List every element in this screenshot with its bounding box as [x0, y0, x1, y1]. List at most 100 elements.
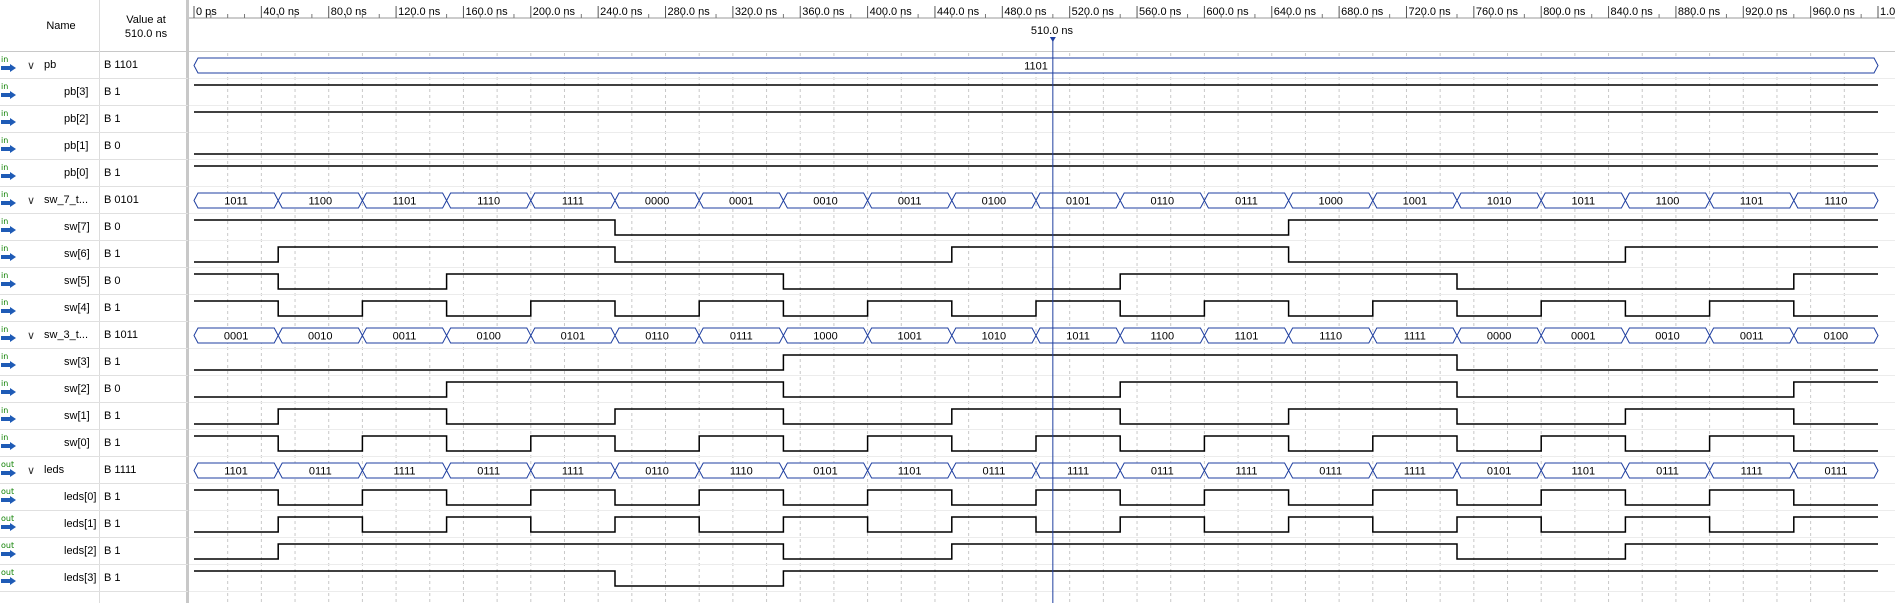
bus-value-label: 1001 [1403, 196, 1427, 208]
signal-name: sw[5] [64, 275, 90, 287]
chevron-down-icon[interactable]: ∨ [27, 464, 35, 477]
value-column-header[interactable]: Value at 510.0 ns [104, 13, 188, 41]
signal-row-sw4[interactable]: in sw[4] B 1 [0, 295, 188, 322]
bus-value-label: 0010 [813, 196, 837, 208]
waveform-panel[interactable]: 0 ps 40.0 ns 80.0 ns 120.0 ns 160.0 ns 200.0 … [189, 0, 1895, 603]
waveform-sw0 [194, 435, 1878, 452]
bus-value-label: 1001 [897, 331, 921, 343]
signal-row-pb3[interactable]: in pb[3] B 1 [0, 79, 188, 106]
bus-value-label: 1101 [898, 466, 922, 478]
pin-direction-label: in [1, 298, 9, 307]
bus-value-label: 1000 [813, 331, 837, 343]
signal-row-leds1[interactable]: out leds[1] B 1 [0, 511, 188, 538]
input-pin-icon: in [1, 406, 16, 425]
output-pin-icon: out [1, 487, 16, 506]
signal-row-sw1[interactable]: in sw[1] B 1 [0, 403, 188, 430]
signal-value: B 1 [104, 518, 121, 530]
pin-direction-label: in [1, 190, 9, 199]
input-pin-icon: in [1, 352, 16, 371]
bus-value-label: 0001 [729, 196, 753, 208]
ruler-tick-label: 440.0 ns [937, 6, 980, 18]
signal-row-sw5[interactable]: in sw[5] B 0 [0, 268, 188, 295]
value-column-header-time: 510.0 ns [124, 28, 168, 40]
bus-value-label: 0011 [1740, 331, 1764, 343]
bus-value-label: 0111 [1656, 466, 1679, 478]
signal-row-pb2[interactable]: in pb[2] B 1 [0, 106, 188, 133]
ruler-tick-label: 200.0 ns [533, 6, 576, 18]
bus-value-label: 1101 [1571, 466, 1595, 478]
name-column-header[interactable]: Name [38, 20, 84, 32]
signal-row-sw7[interactable]: in sw[7] B 0 [0, 214, 188, 241]
signal-row-sw6[interactable]: in sw[6] B 1 [0, 241, 188, 268]
pin-arrow-head [10, 118, 16, 126]
input-pin-icon: in [1, 55, 16, 74]
bus-value-label: 1110 [730, 466, 753, 478]
waveform-leds1 [194, 516, 1878, 533]
pin-arrow-shaft [1, 471, 10, 475]
bus-value-label: 0010 [1655, 331, 1679, 343]
waveform-sw4 [194, 300, 1878, 317]
signal-value: B 0 [104, 140, 121, 152]
pin-arrow-head [10, 199, 16, 207]
ruler-tick-label: 0 ps [196, 6, 217, 18]
signal-name: leds[3] [64, 572, 97, 584]
signal-row-pb0[interactable]: in pb[0] B 1 [0, 160, 188, 187]
pin-arrow-head [10, 361, 16, 369]
signal-row-sw3[interactable]: in sw[3] B 1 [0, 349, 188, 376]
signal-row-leds2[interactable]: out leds[2] B 1 [0, 538, 188, 565]
signal-row-pb1[interactable]: in pb[1] B 0 [0, 133, 188, 160]
signal-name: leds[0] [64, 491, 97, 503]
pin-arrow-shaft [1, 120, 10, 124]
pin-direction-label: in [1, 109, 9, 118]
signal-value: B 1 [104, 86, 121, 98]
ruler-tick-label: 120.0 ns [398, 6, 441, 18]
signal-row-sw2[interactable]: in sw[2] B 0 [0, 376, 188, 403]
bus-value-label: 0101 [561, 331, 585, 343]
output-pin-icon: out [1, 460, 16, 479]
signal-value: B 1 [104, 167, 121, 179]
signal-row-sw0[interactable]: in sw[0] B 1 [0, 430, 188, 457]
signal-row-leds0[interactable]: out leds[0] B 1 [0, 484, 188, 511]
signal-row-sw_3_t[interactable]: in ∨ sw_3_t... B 1011 [0, 322, 188, 349]
bus-value-label: 1111 [1067, 466, 1089, 478]
pin-arrow-shaft [1, 444, 10, 448]
pin-direction-label: out [1, 514, 15, 523]
pin-arrow-shaft [1, 336, 10, 340]
pin-arrow-shaft [1, 66, 10, 70]
pin-arrow-shaft [1, 579, 10, 583]
pin-arrow-head [10, 91, 16, 99]
signal-name: sw[0] [64, 437, 90, 449]
bus-value-label: 1010 [1487, 196, 1511, 208]
signal-row-pb[interactable]: in ∨ pb B 1101 [0, 52, 188, 79]
chevron-down-icon[interactable]: ∨ [27, 329, 35, 342]
bus-value-label: 0001 [224, 331, 248, 343]
signal-row-leds[interactable]: out ∨ leds B 1111 [0, 457, 188, 484]
signal-row-leds3[interactable]: out leds[3] B 1 [0, 565, 188, 592]
signal-name: sw[3] [64, 356, 90, 368]
signal-name: pb[0] [64, 167, 89, 179]
bus-value-label: 1110 [477, 196, 500, 208]
cursor-time-label: 510.0 ns [1030, 25, 1074, 37]
pin-direction-label: in [1, 136, 9, 145]
pin-arrow-shaft [1, 417, 10, 421]
output-pin-icon: out [1, 514, 16, 533]
chevron-down-icon[interactable]: ∨ [27, 59, 35, 72]
bus-value-label: 1100 [1656, 196, 1680, 208]
signal-row-sw_7_t[interactable]: in ∨ sw_7_t... B 0101 [0, 187, 188, 214]
cursor-marker-icon[interactable] [1049, 37, 1056, 42]
ruler-tick-label: 40.0 ns [263, 6, 300, 18]
pin-direction-label: in [1, 244, 9, 253]
ruler-tick-label: 320.0 ns [735, 6, 778, 18]
bus-value-label: 1111 [1404, 466, 1426, 478]
chevron-down-icon[interactable]: ∨ [27, 194, 35, 207]
signal-value: B 0101 [104, 194, 139, 206]
input-pin-icon: in [1, 136, 16, 155]
bus-value-label: 1011 [1571, 196, 1595, 208]
ruler-tick-label: 240.0 ns [600, 6, 643, 18]
ruler-tick-label: 600.0 ns [1206, 6, 1249, 18]
bus-value-label: 1101 [1235, 331, 1259, 343]
bus-value-label: 0000 [645, 196, 669, 208]
pin-arrow-head [10, 226, 16, 234]
bus-value-label: 0100 [476, 331, 500, 343]
pin-arrow-shaft [1, 282, 10, 286]
